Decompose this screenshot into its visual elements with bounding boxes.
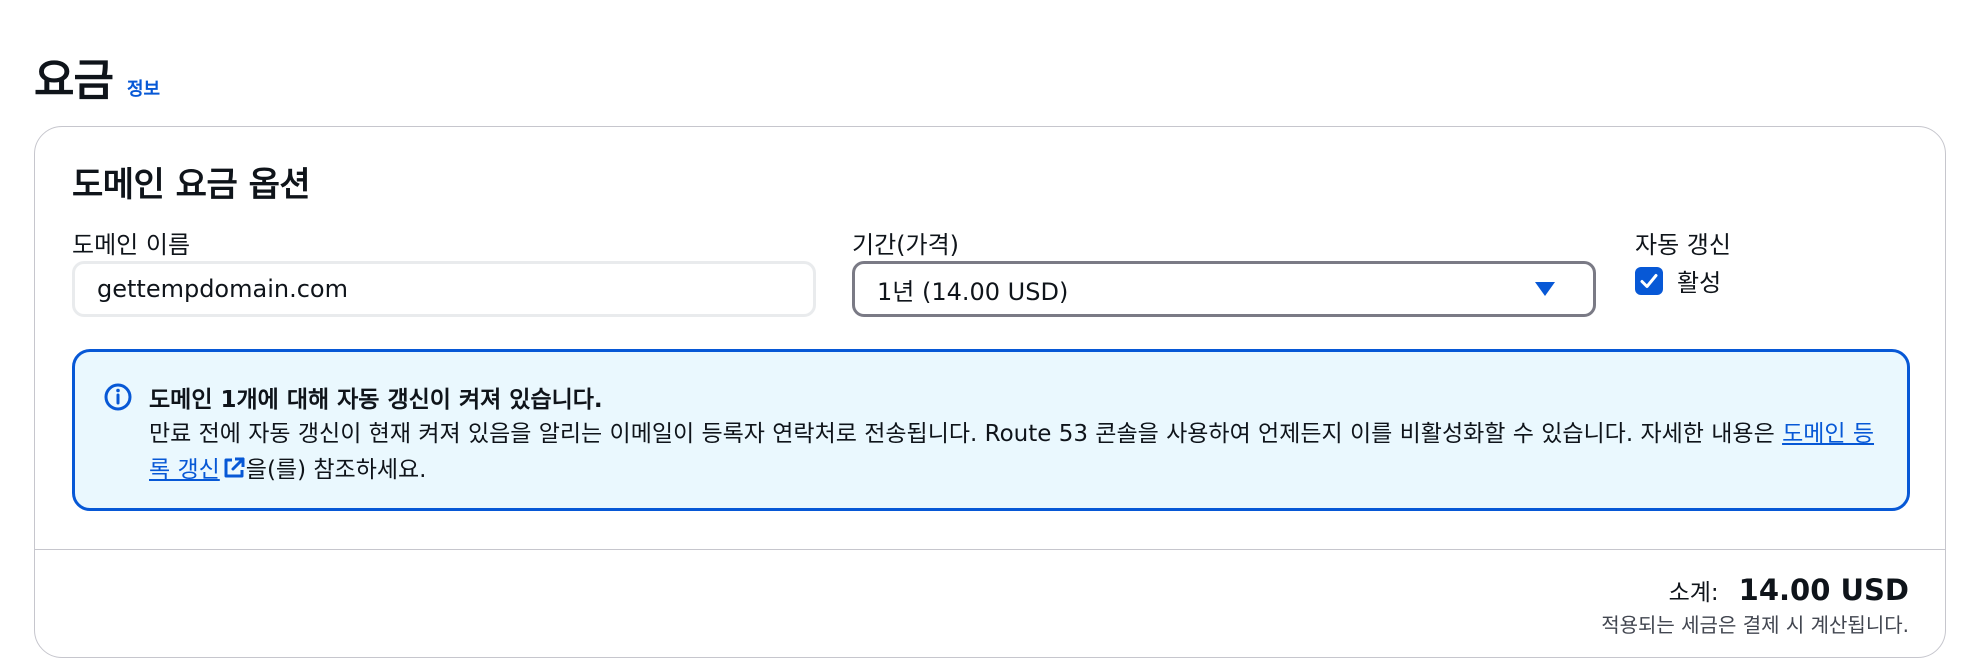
pricing-header: 요금 정보: [34, 44, 160, 108]
subtotal-label: 소계:: [1668, 580, 1719, 606]
subtotal-value: 14.00 USD: [1738, 573, 1909, 607]
info-link[interactable]: 정보: [127, 75, 160, 101]
alert-body-suffix: 을(를) 참조하세요.: [245, 457, 427, 483]
alert-title: 도메인 1개에 대해 자동 갱신이 켜져 있습니다.: [149, 387, 603, 413]
duration-selected-value: 1년 (14.00 USD): [877, 277, 1069, 306]
alert-body-text: 만료 전에 자동 갱신이 현재 켜져 있음을 알리는 이메일이 등록자 연락처로…: [149, 421, 1783, 447]
subtotal-row: 소계: 14.00 USD: [1669, 573, 1909, 607]
duration-select[interactable]: 1년 (14.00 USD): [852, 261, 1596, 317]
caret-down-icon: [1535, 282, 1555, 296]
domain-pricing-panel: 도메인 요금 옵션 도메인 이름 기간(가격) 1년 (14.00 USD) 자…: [34, 126, 1946, 658]
auto-renew-checkbox-row[interactable]: 활성: [1635, 263, 1721, 298]
auto-renew-info-alert: 도메인 1개에 대해 자동 갱신이 켜져 있습니다. 만료 전에 자동 갱신이 …: [72, 349, 1910, 511]
info-circle-icon: [104, 383, 132, 411]
auto-renew-label: 자동 갱신: [1635, 231, 1731, 259]
panel-title: 도메인 요금 옵션: [72, 165, 311, 205]
domain-name-label: 도메인 이름: [72, 231, 191, 259]
panel-divider: [35, 549, 1945, 550]
external-link-icon: [224, 457, 245, 478]
duration-label: 기간(가격): [852, 231, 960, 259]
alert-body: 만료 전에 자동 갱신이 현재 켜져 있음을 알리는 이메일이 등록자 연락처로…: [149, 416, 1889, 488]
auto-renew-checkbox[interactable]: [1635, 266, 1663, 295]
tax-note: 적용되는 세금은 결제 시 계산됩니다.: [1601, 613, 1909, 637]
page-title: 요금: [34, 55, 114, 106]
check-icon: [1640, 273, 1658, 288]
auto-renew-checkbox-label: 활성: [1677, 269, 1722, 297]
domain-name-input[interactable]: [72, 261, 816, 317]
